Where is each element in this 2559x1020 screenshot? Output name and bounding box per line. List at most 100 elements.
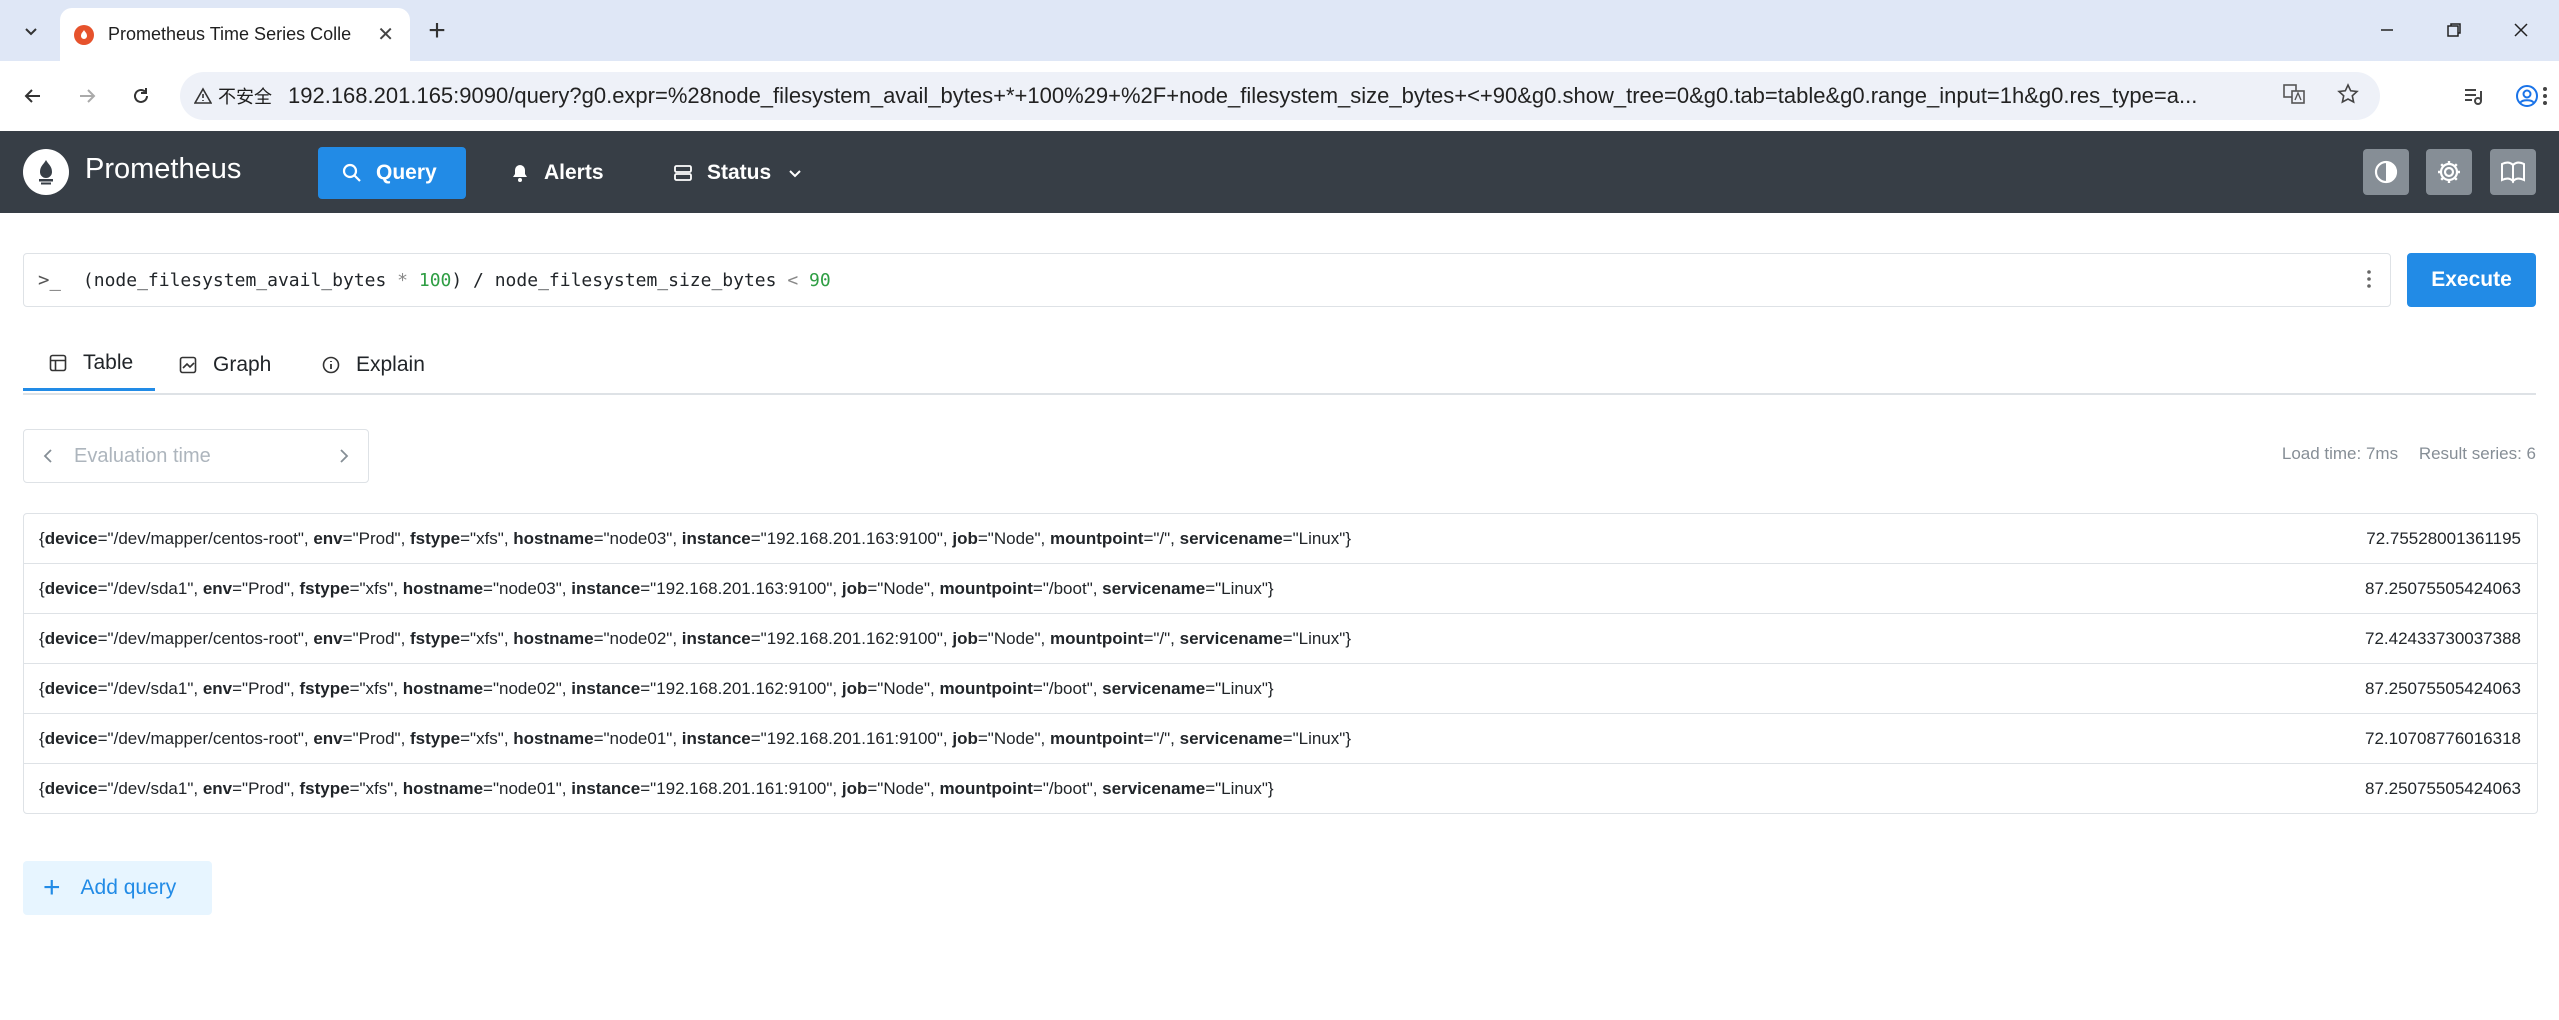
series-value: 87.25075505424063 <box>2365 578 2521 598</box>
label-name: env <box>202 578 233 598</box>
reload-button[interactable] <box>123 78 159 114</box>
label-value: xfs <box>365 678 388 698</box>
minimize-icon <box>2381 29 2393 31</box>
label-name: instance <box>681 728 751 748</box>
tab-table-label: Table <box>83 351 134 374</box>
label-value: node03 <box>499 578 556 598</box>
media-controls-button[interactable] <box>2455 78 2491 114</box>
evaluation-time-input[interactable]: Evaluation time <box>74 445 211 468</box>
nav-query-label: Query <box>376 161 437 184</box>
load-time: Load time: 7ms <box>2281 444 2399 463</box>
label-name: device <box>44 628 98 648</box>
label-name: hostname <box>402 578 484 598</box>
security-label: 不安全 <box>218 87 272 107</box>
expression-options-button[interactable] <box>2366 268 2372 295</box>
label-value: / <box>1159 528 1165 548</box>
docs-button[interactable] <box>2490 149 2536 195</box>
execute-button[interactable]: Execute <box>2407 253 2536 307</box>
label-value: 192.168.201.161:9100 <box>766 728 937 748</box>
label-name: instance <box>681 628 751 648</box>
label-value: node02 <box>499 678 556 698</box>
kebab-menu-icon <box>2367 270 2371 288</box>
address-bar[interactable]: 不安全 192.168.201.165:9090/query?g0.expr=%… <box>180 72 2380 120</box>
label-name: fstype <box>299 678 350 698</box>
browser-toolbar: 不安全 192.168.201.165:9090/query?g0.expr=%… <box>0 61 2559 132</box>
tab-table[interactable]: Table <box>23 338 155 391</box>
label-value: /dev/mapper/centos-root <box>113 628 298 648</box>
close-window-button[interactable] <box>2491 12 2551 48</box>
warning-icon <box>194 87 212 104</box>
tab-explain[interactable]: Explain <box>322 338 425 391</box>
close-icon <box>2514 23 2528 37</box>
label-value: / <box>1159 628 1165 648</box>
minimize-button[interactable] <box>2357 12 2417 48</box>
security-indicator[interactable]: 不安全 <box>194 83 272 109</box>
chevron-left-icon[interactable] <box>42 448 54 464</box>
label-name: job <box>952 528 978 548</box>
forward-button[interactable] <box>69 78 105 114</box>
arrow-right-icon <box>80 89 96 103</box>
label-value: Node <box>993 528 1035 548</box>
tab-close-icon[interactable]: ✕ <box>377 22 394 47</box>
back-button[interactable] <box>15 78 51 114</box>
expression-input[interactable]: >_ (node_filesystem_avail_bytes * 100) /… <box>23 253 2391 307</box>
label-name: device <box>44 528 98 548</box>
kebab-menu-icon <box>2543 87 2547 105</box>
label-value: Prod <box>358 528 395 548</box>
label-value: /dev/mapper/centos-root <box>113 528 298 548</box>
chart-icon <box>179 356 197 373</box>
label-name: fstype <box>410 628 461 648</box>
url-text[interactable]: 192.168.201.165:9090/query?g0.expr=%28no… <box>288 83 2338 109</box>
series-value: 87.25075505424063 <box>2365 678 2521 698</box>
table-row: {device="/dev/mapper/centos-root", env="… <box>24 514 2537 564</box>
settings-button[interactable] <box>2426 149 2472 195</box>
label-name: device <box>44 778 98 798</box>
label-name: hostname <box>513 628 594 648</box>
label-value: xfs <box>365 578 388 598</box>
nav-query-button[interactable]: Query <box>318 147 466 199</box>
evaluation-time-picker[interactable]: Evaluation time <box>23 429 369 483</box>
label-name: device <box>44 578 98 598</box>
nav-alerts-button[interactable]: Alerts <box>510 147 604 199</box>
series-labels: {device="/dev/sda1", env="Prod", fstype=… <box>39 678 1274 698</box>
label-name: env <box>202 778 233 798</box>
tab-graph-label: Graph <box>213 352 272 376</box>
browser-menu-button[interactable] <box>2527 78 2559 114</box>
app-brand[interactable]: Prometheus <box>85 153 241 186</box>
restore-icon <box>2447 23 2461 37</box>
label-value: Prod <box>358 728 395 748</box>
tab-search-button[interactable] <box>12 12 50 50</box>
label-value: Node <box>883 778 924 798</box>
chevron-right-icon[interactable] <box>338 448 350 464</box>
label-name: servicename <box>1179 628 1283 648</box>
label-value: node03 <box>609 528 667 548</box>
label-value: 192.168.201.162:9100 <box>766 628 937 648</box>
add-query-button[interactable]: + Add query <box>23 861 212 915</box>
label-value: Linux <box>1221 578 1262 598</box>
restore-button[interactable] <box>2424 12 2484 48</box>
label-value: node01 <box>499 778 556 798</box>
search-icon <box>342 163 361 182</box>
label-value: xfs <box>476 528 498 548</box>
tab-graph[interactable]: Graph <box>179 338 271 391</box>
label-name: servicename <box>1102 578 1206 598</box>
nav-status-dropdown[interactable]: Status <box>673 147 803 199</box>
series-labels: {device="/dev/mapper/centos-root", env="… <box>39 528 1351 548</box>
server-icon <box>674 165 692 181</box>
tab-explain-label: Explain <box>356 352 425 376</box>
series-labels: {device="/dev/sda1", env="Prod", fstype=… <box>39 778 1274 798</box>
browser-tab-active[interactable]: Prometheus Time Series Colle ✕ <box>60 8 410 61</box>
label-name: instance <box>681 528 751 548</box>
prometheus-favicon-icon <box>74 24 94 45</box>
new-tab-button[interactable]: + <box>420 14 454 48</box>
label-value: Linux <box>1298 628 1340 648</box>
bookmark-star-icon[interactable] <box>2336 82 2360 106</box>
label-value: Node <box>993 728 1035 748</box>
label-value: /dev/sda1 <box>113 578 188 598</box>
expression-text[interactable]: (node_filesystem_avail_bytes * 100) / no… <box>83 270 831 291</box>
plus-icon: + <box>43 871 61 904</box>
translate-icon[interactable] <box>2282 82 2306 106</box>
theme-toggle-button[interactable] <box>2363 149 2409 195</box>
prometheus-logo-icon[interactable] <box>23 149 69 195</box>
label-value: /boot <box>1048 578 1087 598</box>
